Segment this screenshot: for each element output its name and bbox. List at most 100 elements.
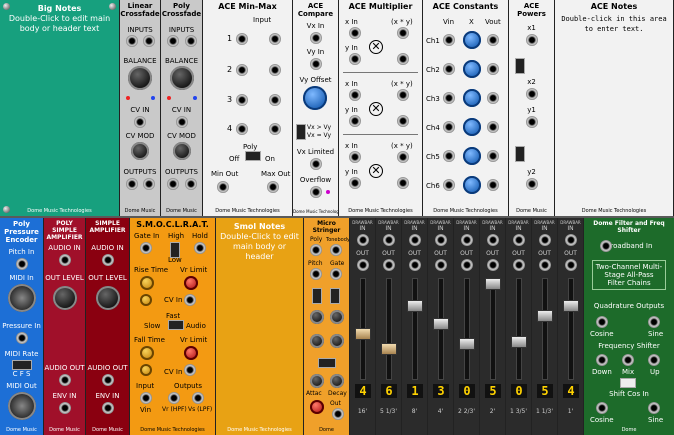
constant-knob[interactable] <box>463 31 481 49</box>
output-jack-a[interactable] <box>167 178 179 190</box>
midi-out-port[interactable] <box>8 392 36 420</box>
drawbar-fader[interactable] <box>511 336 527 348</box>
up-jack[interactable] <box>648 354 660 366</box>
y1-jack[interactable] <box>526 116 538 128</box>
vr-hpf-jack[interactable] <box>168 392 180 404</box>
vin-jack[interactable] <box>443 179 455 191</box>
output-jack-a[interactable] <box>126 178 138 190</box>
stringer-knob-4[interactable] <box>330 334 344 348</box>
notes-text[interactable]: Double-click in this area to enter text. <box>559 14 669 34</box>
stringer-knob-2[interactable] <box>330 310 344 324</box>
constant-knob[interactable] <box>463 176 481 194</box>
drawbar-in-jack[interactable] <box>383 234 395 246</box>
constant-knob[interactable] <box>463 60 481 78</box>
min-out-jack[interactable] <box>217 181 229 193</box>
hold-jack[interactable] <box>194 242 206 254</box>
audio-in-jack[interactable] <box>59 254 71 266</box>
audio-in-jack[interactable] <box>102 254 114 266</box>
constant-knob[interactable] <box>463 89 481 107</box>
input-jack-2[interactable] <box>236 64 248 76</box>
out-level-knob[interactable] <box>96 286 120 310</box>
drawbar-out-jack[interactable] <box>487 259 499 271</box>
drawbar-in-jack[interactable] <box>461 234 473 246</box>
out-jack[interactable] <box>332 408 344 420</box>
input-jack-b[interactable] <box>143 35 155 47</box>
vf-limit-knob[interactable] <box>184 346 198 360</box>
vin-jack[interactable] <box>140 392 152 404</box>
x-in-jack[interactable] <box>349 89 361 101</box>
drawbar-out-jack[interactable] <box>461 259 473 271</box>
vs-lpf-jack[interactable] <box>192 392 204 404</box>
out-jack-2[interactable] <box>397 53 409 65</box>
drawbar-out-jack[interactable] <box>383 259 395 271</box>
env-in-jack[interactable] <box>59 402 71 414</box>
constant-knob[interactable] <box>463 147 481 165</box>
drawbar-fader[interactable] <box>537 310 553 322</box>
input-jack-3[interactable] <box>236 94 248 106</box>
vin-jack[interactable] <box>443 63 455 75</box>
sine-jack[interactable] <box>648 316 660 328</box>
out-level-knob[interactable] <box>53 286 77 310</box>
input-jack-1[interactable] <box>236 33 248 45</box>
shift-sin-jack[interactable] <box>648 402 660 414</box>
shift-cos-jack[interactable] <box>596 402 608 414</box>
rise-time-knob[interactable] <box>140 276 154 290</box>
mode-switch[interactable] <box>312 288 322 304</box>
x-in-jack[interactable] <box>349 27 361 39</box>
stringer-knob-3[interactable] <box>310 334 324 348</box>
drawbar-fader[interactable] <box>355 328 371 340</box>
input-jack-4b[interactable] <box>269 123 281 135</box>
out-jack-1[interactable] <box>397 27 409 39</box>
cosine-jack[interactable] <box>596 316 608 328</box>
balance-knob[interactable] <box>170 66 194 90</box>
audio-out-jack[interactable] <box>59 374 71 386</box>
overflow-jack[interactable] <box>310 186 322 198</box>
drawbar-out-jack[interactable] <box>539 259 551 271</box>
cv-in-jack[interactable] <box>184 294 196 306</box>
tonebody-jack[interactable] <box>330 244 342 256</box>
big-notes-module[interactable]: Big Notes Double-Click to edit main body… <box>0 0 120 216</box>
shift-switch[interactable] <box>620 378 636 388</box>
drawbar-fader[interactable] <box>459 338 475 350</box>
compare-switch[interactable] <box>296 124 306 140</box>
pitch-in-jack[interactable] <box>16 258 28 270</box>
drawbar-in-jack[interactable] <box>487 234 499 246</box>
vin-jack[interactable] <box>443 34 455 46</box>
broadband-in-jack[interactable] <box>600 240 612 252</box>
speed-switch[interactable] <box>168 320 184 330</box>
x-power-switch[interactable] <box>515 58 525 74</box>
drawbar-out-jack[interactable] <box>357 259 369 271</box>
y-in-jack[interactable] <box>349 115 361 127</box>
balance-knob[interactable] <box>128 66 152 90</box>
stringer-switch[interactable] <box>318 358 336 368</box>
vout-jack[interactable] <box>487 179 499 191</box>
notes-text[interactable]: Double-Click to edit main body or header… <box>4 14 115 34</box>
input-jack-3b[interactable] <box>269 94 281 106</box>
drawbar-fader[interactable] <box>407 300 423 312</box>
stringer-knob-5[interactable] <box>310 374 324 388</box>
out-jack-4[interactable] <box>397 115 409 127</box>
midi-in-port[interactable] <box>8 284 36 312</box>
vy-in-jack[interactable] <box>310 58 322 70</box>
x1-jack[interactable] <box>526 34 538 46</box>
input-jack-1b[interactable] <box>269 33 281 45</box>
notes-text[interactable]: Double-Click to edit main body or header <box>220 232 299 262</box>
out-jack-6[interactable] <box>397 177 409 189</box>
ace-notes-module[interactable]: ACE Notes Double-click in this area to e… <box>555 0 674 216</box>
y-in-jack[interactable] <box>349 177 361 189</box>
smol-notes-module[interactable]: Smol Notes Double-Click to edit main bod… <box>216 218 304 435</box>
vin-jack[interactable] <box>443 121 455 133</box>
output-jack-b[interactable] <box>143 178 155 190</box>
x-in-jack[interactable] <box>349 151 361 163</box>
gate-in-jack[interactable] <box>140 242 152 254</box>
cv-mod-knob[interactable] <box>173 142 191 160</box>
mix-jack[interactable] <box>622 354 634 366</box>
input-jack-2b[interactable] <box>269 64 281 76</box>
cv-in-jack[interactable] <box>176 116 188 128</box>
drawbar-in-jack[interactable] <box>435 234 447 246</box>
cv-mod-knob[interactable] <box>131 142 149 160</box>
drawbar-out-jack[interactable] <box>565 259 577 271</box>
drawbar-fader[interactable] <box>381 343 397 355</box>
drawbar-out-jack[interactable] <box>409 259 421 271</box>
y2-jack[interactable] <box>526 178 538 190</box>
